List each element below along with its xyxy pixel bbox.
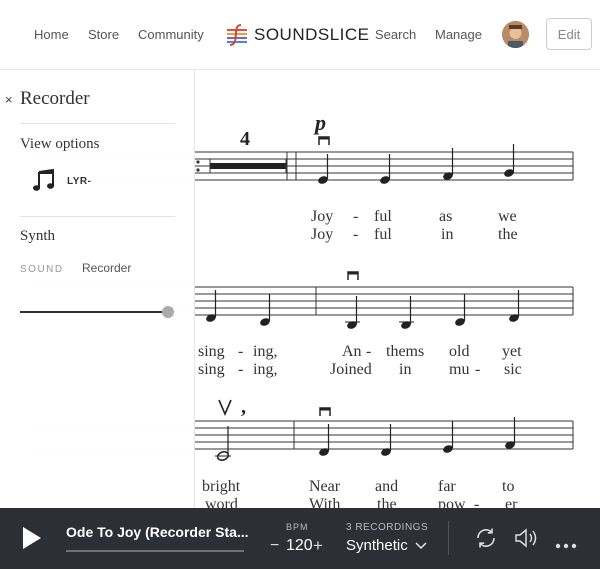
bpm-decrease-button[interactable]: −	[270, 537, 279, 555]
lyric-word: Joy	[311, 226, 334, 243]
view-options-heading: View options	[20, 136, 100, 152]
staff-row-2	[195, 286, 574, 316]
lyric-hyphen: -	[475, 361, 481, 378]
nav-home[interactable]: Home	[34, 27, 69, 42]
synth-volume-slider[interactable]	[20, 311, 168, 313]
multirest-bar	[210, 163, 286, 169]
lyric-word: sic	[504, 361, 522, 378]
speaker-icon[interactable]	[513, 526, 539, 555]
lyric-word: yet	[502, 343, 522, 360]
bpm-value[interactable]: 120	[286, 537, 313, 555]
soundslice-logo[interactable]: SOUNDSLICE	[224, 22, 370, 48]
lyric-word: sing	[198, 343, 225, 360]
notes-row-3	[215, 417, 516, 461]
repeat-dot-top	[196, 160, 200, 164]
lyric-word: ing,	[253, 361, 278, 378]
lyric-word: and	[375, 478, 399, 495]
lyric-word: Joined	[330, 361, 372, 378]
divider	[20, 123, 175, 124]
divider	[20, 216, 175, 217]
song-title[interactable]: Ode To Joy (Recorder Sta...	[66, 524, 249, 540]
notes-row-1	[318, 144, 515, 184]
dynamic-marking: p	[313, 110, 326, 135]
lyric-hyphen: -	[353, 226, 359, 243]
sound-label: SOUND	[20, 264, 64, 275]
more-icon[interactable]	[555, 536, 577, 554]
lyric-hyphen: -	[238, 361, 244, 378]
lyric-word: to	[502, 478, 515, 495]
lyric-word: the	[498, 226, 518, 243]
down-bow-mark-2-bar	[348, 272, 358, 275]
nav-search[interactable]: Search	[375, 27, 416, 42]
logo-mark-icon	[227, 24, 247, 46]
logo-text: SOUNDSLICE	[254, 25, 370, 44]
music-note-icon[interactable]	[32, 168, 56, 197]
lyric-word: ing,	[253, 343, 278, 360]
bpm-increase-button[interactable]: +	[313, 536, 323, 556]
divider	[448, 521, 449, 555]
down-bow-mark-bar	[319, 137, 329, 140]
repeat-dot-bottom	[196, 168, 200, 172]
lyric-word: ful	[374, 226, 392, 243]
player-bar: Ode To Joy (Recorder Sta... BPM − 120 + …	[0, 508, 600, 569]
avatar-photo	[502, 21, 529, 48]
synth-heading: Synth	[20, 228, 56, 244]
bpm-label: BPM	[286, 522, 309, 532]
lyric-word: mu	[449, 361, 470, 378]
lyric-word: old	[449, 343, 470, 360]
synth-volume-thumb[interactable]	[162, 306, 174, 318]
playback-progress[interactable]	[66, 550, 244, 552]
recording-selected: Synthetic	[346, 537, 408, 554]
lyric-word: we	[498, 208, 517, 225]
down-bow-mark-3-bar	[320, 408, 330, 411]
edit-button[interactable]: Edit	[546, 18, 592, 50]
panel-title: Recorder	[20, 88, 90, 109]
lyric-word: Near	[309, 478, 341, 495]
lyrics-toggle-label[interactable]: LYR-	[67, 176, 91, 187]
recorder-panel: × Recorder View options LYR- Synth SOUND…	[0, 70, 195, 508]
lyric-word: An	[342, 343, 362, 360]
sound-select[interactable]: Recorder	[82, 261, 131, 275]
nav-community[interactable]: Community	[138, 27, 204, 42]
play-icon[interactable]	[18, 524, 44, 557]
lyric-word: bright	[202, 478, 241, 495]
breath-mark: ,	[241, 396, 246, 418]
lyric-word: as	[439, 208, 453, 225]
nav-manage[interactable]: Manage	[435, 27, 482, 42]
top-nav: Home Store Community SOUNDSLICE Search M…	[0, 0, 600, 70]
close-icon[interactable]: ×	[5, 92, 13, 107]
lyric-hyphen: -	[238, 343, 244, 360]
lyric-word: sing	[198, 361, 225, 378]
up-bow-mark	[218, 399, 232, 417]
nav-store[interactable]: Store	[88, 27, 119, 42]
lyric-word: far	[438, 478, 456, 495]
lyric-hyphen: -	[353, 208, 359, 225]
multirest-count: 4	[240, 128, 250, 150]
avatar[interactable]	[502, 21, 529, 48]
recordings-count: 3 RECORDINGS	[346, 522, 429, 533]
lyric-word: in	[441, 226, 454, 243]
lyric-word: thems	[386, 343, 425, 360]
recording-select[interactable]: Synthetic	[346, 537, 427, 554]
lyric-word: Joy	[311, 208, 334, 225]
loop-icon[interactable]	[474, 526, 498, 555]
lyric-word: ful	[374, 208, 392, 225]
chevron-down-icon	[415, 542, 427, 549]
staff-row-3	[195, 420, 574, 450]
lyric-hyphen: -	[366, 343, 372, 360]
lyric-word: in	[399, 361, 412, 378]
notes-row-2	[206, 290, 520, 329]
